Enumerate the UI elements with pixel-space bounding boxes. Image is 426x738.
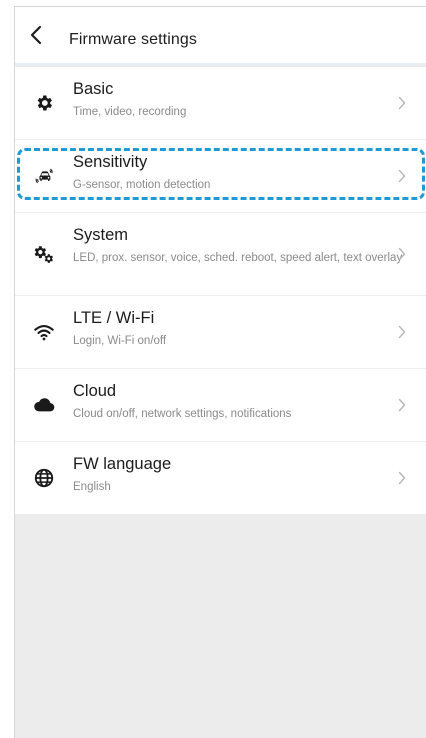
gears-icon [33,243,55,265]
settings-item-subtitle: Login, Wi-Fi on/off [73,335,167,347]
settings-item-system[interactable]: System LED, prox. sensor, voice, sched. … [15,213,426,296]
settings-item-subtitle: Time, video, recording [73,106,187,118]
chevron-right-icon [398,169,406,183]
cloud-icon [33,394,55,416]
chevron-right-icon [398,96,406,110]
chevron-right-icon [398,398,406,412]
gear-icon [33,92,55,114]
settings-item-lte-wifi[interactable]: LTE / Wi-Fi Login, Wi-Fi on/off [15,296,426,369]
page-title: Firmware settings [69,31,197,48]
globe-icon [33,467,55,489]
chevron-left-icon [30,25,42,45]
chevron-right-icon [398,325,406,339]
firmware-settings-screen: Firmware settings Basic Time, video, rec… [14,6,426,738]
wifi-icon [33,321,55,343]
settings-item-basic[interactable]: Basic Time, video, recording [15,67,426,140]
settings-item-sensitivity[interactable]: Sensitivity G-sensor, motion detection [15,140,426,213]
settings-item-fw-language[interactable]: FW language English [15,442,426,514]
settings-item-title: Basic [73,80,114,98]
settings-item-title: FW language [73,455,172,473]
settings-item-subtitle: LED, prox. sensor, voice, sched. reboot,… [73,252,403,264]
settings-item-title: Cloud [73,382,117,400]
settings-item-subtitle: G-sensor, motion detection [73,179,211,191]
settings-item-cloud[interactable]: Cloud Cloud on/off, network settings, no… [15,369,426,442]
settings-item-subtitle: Cloud on/off, network settings, notifica… [73,408,292,420]
settings-item-title: Sensitivity [73,153,148,171]
chevron-right-icon [398,471,406,485]
settings-item-subtitle: English [73,481,111,493]
car-sensor-icon [33,165,55,187]
settings-item-title: LTE / Wi-Fi [73,309,155,327]
settings-list: Basic Time, video, recording Sensitivity… [15,67,426,514]
chevron-right-icon [398,247,406,261]
header-bar: Firmware settings [15,7,426,65]
settings-item-title: System [73,226,129,244]
back-button[interactable] [24,22,50,48]
